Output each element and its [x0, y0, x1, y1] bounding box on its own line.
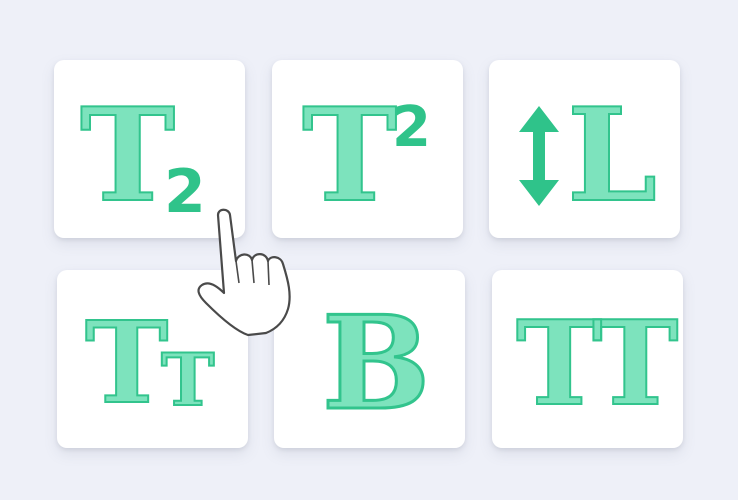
superscript-letter: T [301, 81, 398, 231]
small-caps-small-letter: T [160, 337, 216, 422]
small-caps-big-letter: T [84, 298, 169, 429]
all-caps-letters: TT [515, 296, 679, 432]
superscript-number: 2 [392, 95, 431, 160]
line-height-button[interactable]: L [489, 60, 680, 238]
line-height-letter: L [566, 81, 658, 231]
line-height-icon [519, 106, 559, 206]
all-caps-button[interactable]: TT [492, 270, 683, 448]
subscript-letter: T [79, 81, 176, 231]
bold-letter: B [320, 289, 431, 439]
hand-pointer-icon [197, 208, 291, 337]
